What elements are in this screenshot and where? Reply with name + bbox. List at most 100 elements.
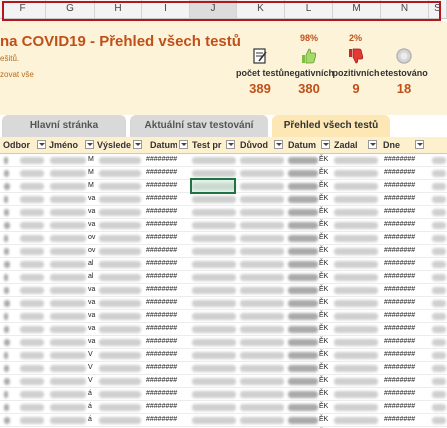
- name-fragment: ov: [88, 247, 96, 254]
- date-cell: ########: [384, 299, 416, 306]
- column-header-k[interactable]: K: [237, 0, 285, 18]
- redacted-test-provedl: [192, 391, 236, 398]
- tab-current-status[interactable]: Aktuální stav testování: [130, 115, 268, 137]
- table-row[interactable]: va ######## ĚK ########: [0, 336, 447, 349]
- date-cell: ########: [146, 403, 178, 410]
- table-row[interactable]: V ######## ĚK ########: [0, 375, 447, 388]
- redacted-extra: [432, 196, 446, 203]
- table-row[interactable]: va ######## ĚK ########: [0, 310, 447, 323]
- redacted-extra: [432, 326, 446, 333]
- redacted-odbor: [4, 235, 8, 242]
- table-row[interactable]: va ######## ĚK ########: [0, 284, 447, 297]
- column-header-n[interactable]: N: [381, 0, 429, 18]
- table-row[interactable]: á ######## ĚK ########: [0, 388, 447, 401]
- date-cell: ########: [146, 247, 178, 254]
- column-header-h[interactable]: H: [95, 0, 142, 18]
- redacted-odbor: [4, 326, 9, 333]
- filter-dropdown-icon[interactable]: [321, 140, 330, 149]
- redacted-extra: [432, 378, 446, 385]
- table-row[interactable]: á ######## ĚK ########: [0, 414, 447, 427]
- filter-dropdown-icon[interactable]: [226, 140, 235, 149]
- redacted-datum: [288, 300, 318, 307]
- tab-home[interactable]: Hlavní stránka: [2, 115, 126, 137]
- table-row[interactable]: va ######## ĚK ########: [0, 297, 447, 310]
- redacted-zadal: [334, 326, 378, 333]
- redacted-vysledek: [99, 248, 141, 255]
- table-row[interactable]: ov ######## ĚK ########: [0, 232, 447, 245]
- redacted-duvod: [240, 313, 284, 320]
- active-cell-selection[interactable]: [190, 178, 236, 194]
- date-cell: ########: [146, 351, 178, 358]
- redacted-vysledek: [99, 391, 141, 398]
- name-fragment: V: [88, 351, 93, 358]
- redacted-jmeno: [50, 209, 86, 216]
- tab-bar: Hlavní stránka Aktuální stav testování P…: [0, 115, 447, 137]
- name-fragment: al: [88, 260, 94, 267]
- column-header-l[interactable]: L: [285, 0, 333, 18]
- date-cell: ########: [146, 156, 178, 163]
- name-fragment: al: [88, 273, 94, 280]
- filter-dropdown-icon[interactable]: [415, 140, 424, 149]
- table-row[interactable]: va ######## ĚK ########: [0, 193, 447, 206]
- tab-all-tests[interactable]: Přehled všech testů: [272, 115, 390, 137]
- redacted-odbor-text: [20, 287, 44, 294]
- column-header-f[interactable]: F: [0, 0, 46, 18]
- table-row[interactable]: va ######## ĚK ########: [0, 219, 447, 232]
- ref-fragment: ĚK: [319, 299, 329, 306]
- stat-value: 18: [396, 81, 412, 96]
- filter-dropdown-icon[interactable]: [368, 140, 377, 149]
- stat-total-tests: počet testů 389: [232, 46, 288, 96]
- redacted-duvod: [240, 170, 284, 177]
- redacted-odbor-text: [20, 378, 44, 385]
- filter-dropdown-icon[interactable]: [179, 140, 188, 149]
- redacted-odbor: [4, 287, 9, 294]
- table-row[interactable]: ov ######## ĚK ########: [0, 245, 447, 258]
- column-header-j[interactable]: J: [190, 0, 237, 18]
- redacted-zadal: [334, 209, 378, 216]
- header-zadal: Zadal: [334, 140, 358, 150]
- table-row[interactable]: al ######## ĚK ########: [0, 258, 447, 271]
- redacted-duvod: [240, 274, 284, 281]
- redacted-test-provedl: [192, 339, 236, 346]
- sort-filter-icon[interactable]: [85, 140, 94, 149]
- redacted-test-provedl: [192, 170, 236, 177]
- redacted-vysledek: [99, 261, 141, 268]
- redacted-odbor: [4, 170, 9, 177]
- table-row[interactable]: al ######## ĚK ########: [0, 271, 447, 284]
- redacted-zadal: [334, 274, 378, 281]
- redacted-duvod: [240, 391, 284, 398]
- table-row[interactable]: va ######## ĚK ########: [0, 323, 447, 336]
- table-row[interactable]: V ######## ĚK ########: [0, 362, 447, 375]
- column-header-i[interactable]: I: [142, 0, 190, 18]
- redacted-vysledek: [99, 196, 141, 203]
- header-jmeno: Jméno: [49, 140, 79, 150]
- ref-fragment: ĚK: [319, 312, 329, 319]
- filter-dropdown-icon[interactable]: [37, 140, 46, 149]
- redacted-datum: [288, 157, 318, 164]
- table-row[interactable]: V ######## ĚK ########: [0, 349, 447, 362]
- column-header-s[interactable]: S: [429, 0, 447, 18]
- date-cell: ########: [384, 390, 416, 397]
- name-fragment: va: [88, 299, 96, 306]
- redacted-datum: [288, 235, 318, 242]
- redacted-zadal: [334, 287, 378, 294]
- date-cell: ########: [146, 221, 178, 228]
- table-row[interactable]: M ######## ĚK ########: [0, 154, 447, 167]
- filter-dropdown-icon[interactable]: [133, 140, 142, 149]
- stat-retested: etestováno 18: [376, 46, 432, 96]
- redacted-test-provedl: [192, 313, 236, 320]
- show-all-link[interactable]: zovat vše: [0, 70, 34, 79]
- table-row[interactable]: á ######## ĚK ########: [0, 401, 447, 414]
- header-test-provedl: Test pr: [192, 140, 222, 150]
- date-cell: ########: [146, 377, 178, 384]
- filter-dropdown-icon[interactable]: [274, 140, 283, 149]
- redacted-odbor: [4, 417, 10, 424]
- redacted-test-provedl: [192, 287, 236, 294]
- redacted-odbor-text: [20, 222, 44, 229]
- column-header-g[interactable]: G: [46, 0, 95, 18]
- redacted-vysledek: [99, 313, 141, 320]
- redacted-test-provedl: [192, 274, 236, 281]
- column-header-m[interactable]: M: [333, 0, 381, 18]
- table-row[interactable]: va ######## ĚK ########: [0, 206, 447, 219]
- redacted-odbor: [4, 352, 8, 359]
